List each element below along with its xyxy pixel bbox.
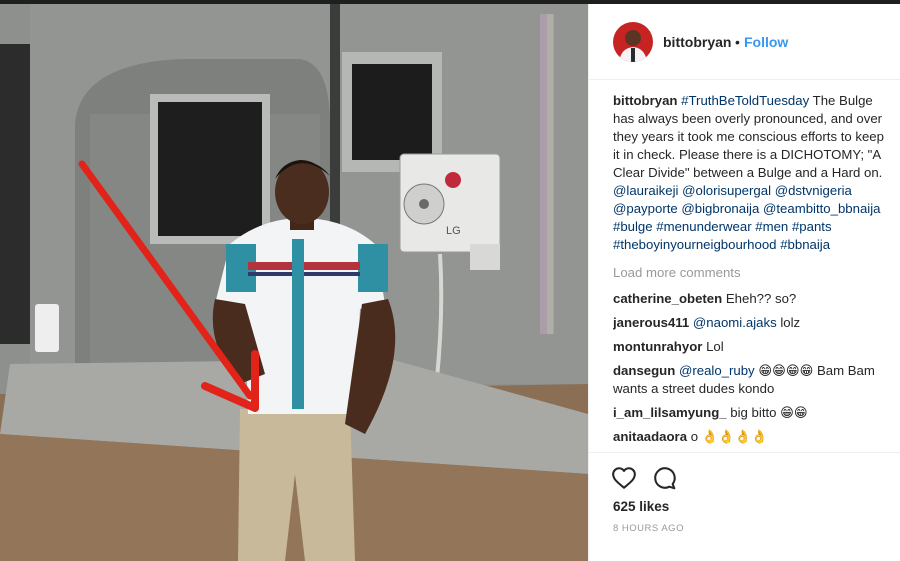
side-window [352,64,432,160]
comment-username[interactable]: anitaadaora [613,429,687,444]
caption-hashtag[interactable]: #bulge [613,219,653,234]
comment-text: lolz [776,315,801,330]
comments-list[interactable]: bittobryan #TruthBeToldTuesday The Bulge… [613,92,885,452]
post-actions: 625 likes 8 HOURS AGO [589,452,900,561]
caption-mention[interactable]: @payporte [613,201,678,216]
comment-username[interactable]: dansegun [613,363,675,378]
caption-hashtag[interactable]: #bbnaija [780,237,830,252]
likes-count[interactable]: 625 likes [613,499,669,514]
comment-item: dansegun @realo_ruby 😁😁😁😁 Bam Bam wants … [613,362,885,398]
post-header: bittobryan • Follow [589,4,900,80]
comment-text: big bitto 😁😁 [730,405,808,420]
caption-mention[interactable]: @lauraikeji [613,183,678,198]
comment-text: Eheh?? so? [725,291,797,306]
post-side-panel: bittobryan • Follow bittobryan #TruthBeT… [588,4,900,561]
comment-item: anitaadaora o 👌👌👌👌 [613,428,885,446]
white-bucket [35,304,59,352]
comment-text: Lol [706,339,724,354]
instagram-post-view: LG bittobryan • Follow bittobryan #Truth… [0,0,900,561]
caption-username[interactable]: bittobryan [613,93,677,108]
caption-mention[interactable]: @dstvnigeria [775,183,852,198]
caption-hashtag[interactable]: #men [755,219,788,234]
speech-bubble-icon[interactable] [651,465,677,491]
caption-hashtag[interactable]: #theboyinyourneigbourhood [613,237,777,252]
post-caption: bittobryan #TruthBeToldTuesday The Bulge… [613,92,885,254]
speech-bubble-icon-svg [654,467,676,490]
header-separator: • [735,34,740,50]
left-doorway [0,44,30,344]
comment-item: montunrahyor Lol [613,338,885,356]
caption-hashtag[interactable]: #menunderwear [656,219,751,234]
load-more-comments-link[interactable]: Load more comments [613,264,885,282]
follow-button[interactable]: Follow [744,34,788,50]
comment-username[interactable]: i_am_lilsamyung_ [613,405,727,420]
caption-mention[interactable]: @teambitto_bbnaija [763,201,881,216]
comment-username[interactable]: janerous411 [613,315,689,330]
caption-hashtag[interactable]: #TruthBeToldTuesday [681,93,809,108]
comment-item: janerous411 @naomi.ajaks lolz [613,314,885,332]
comment-username[interactable]: montunrahyor [613,339,702,354]
post-timestamp[interactable]: 8 HOURS AGO [613,523,684,534]
porch-window [158,102,262,236]
heart-outline-icon[interactable] [611,465,637,491]
comment-username[interactable]: catherine_obeten [613,291,722,306]
comment-mention[interactable]: @naomi.ajaks [693,315,777,330]
caption-mention[interactable]: @olorisupergal [682,183,771,198]
comment-item: i_am_lilsamyung_ big bitto 😁😁 [613,404,885,422]
comment-mention[interactable]: @realo_ruby [679,363,755,378]
post-photo[interactable]: LG [0,4,588,561]
avatar-image [613,22,653,62]
caption-mention[interactable]: @bigbronaija [681,201,759,216]
heart-outline-icon-svg [612,467,636,489]
comment-text: o 👌👌👌👌 [690,429,768,444]
ac-brand-label: LG [446,225,461,237]
avatar[interactable] [613,22,653,62]
header-username[interactable]: bittobryan [663,34,731,50]
photo-illustration: LG [0,4,588,561]
caption-hashtag[interactable]: #pants [792,219,832,234]
comment-item: catherine_obeten Eheh?? so? [613,290,885,308]
